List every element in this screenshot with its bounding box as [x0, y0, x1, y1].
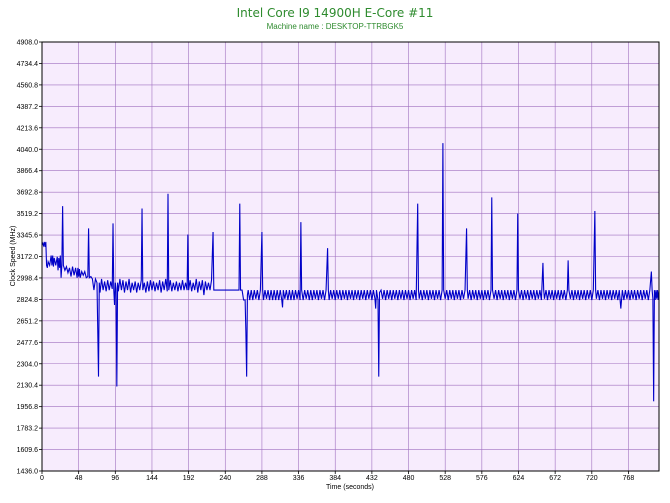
y-tick-label: 3172.0	[17, 254, 39, 261]
x-tick-label: 0	[40, 475, 44, 482]
x-tick-label: 768	[623, 475, 635, 482]
x-tick-label: 288	[256, 475, 268, 482]
x-tick-label: 48	[75, 475, 83, 482]
clock-speed-chart: 1436.0 1609.6 1783.2 1956.8 2130.4 2304.0 2477…	[10, 40, 660, 491]
y-tick-label: 3866.4	[17, 168, 39, 175]
grid-lines	[41, 41, 659, 472]
x-tick-label: 480	[403, 475, 415, 482]
y-tick-label: 4040.0	[17, 147, 39, 154]
y-tick-label: 1436.0	[17, 469, 39, 476]
x-tick-label: 528	[439, 475, 451, 482]
x-tick-label: 336	[293, 475, 305, 482]
y-tick-label: 4560.8	[17, 82, 39, 89]
y-tick-label: 4908.0	[17, 40, 39, 47]
y-tick-label: 4734.4	[17, 61, 39, 68]
x-tick-label: 96	[111, 475, 119, 482]
x-tick-label: 384	[329, 475, 341, 482]
y-axis-ticks: 1436.0 1609.6 1783.2 1956.8 2130.4 2304.0 2477…	[17, 40, 42, 476]
y-tick-label: 1956.8	[17, 404, 39, 411]
y-tick-label: 3345.6	[17, 233, 39, 240]
x-axis-label: Time (seconds)	[326, 484, 374, 491]
y-tick-label: 2651.2	[17, 318, 39, 325]
y-tick-label: 2998.4	[17, 275, 39, 282]
x-tick-label: 720	[586, 475, 598, 482]
x-tick-label: 432	[366, 475, 378, 482]
y-tick-label: 1783.2	[17, 426, 39, 433]
y-tick-label: 1609.6	[17, 447, 39, 454]
y-tick-label: 2304.0	[17, 361, 39, 368]
x-tick-label: 192	[183, 475, 195, 482]
x-tick-label: 576	[476, 475, 488, 482]
x-tick-label: 240	[219, 475, 231, 482]
x-tick-label: 624	[513, 475, 525, 482]
y-tick-label: 4387.2	[17, 104, 39, 111]
x-tick-label: 144	[146, 475, 158, 482]
y-tick-label: 3519.2	[17, 211, 39, 218]
y-tick-label: 2824.8	[17, 297, 39, 304]
x-tick-label: 672	[549, 475, 561, 482]
y-tick-label: 2130.4	[17, 383, 39, 390]
y-tick-label: 4213.6	[17, 125, 39, 132]
x-axis-ticks: 0 48 96 144 192 240 288 336 384 432 480 528 576 624 67…	[40, 471, 634, 482]
y-tick-label: 2477.6	[17, 340, 39, 347]
y-tick-label: 3692.8	[17, 190, 39, 197]
y-axis-label: Clock Speed (MHz)	[10, 226, 17, 287]
